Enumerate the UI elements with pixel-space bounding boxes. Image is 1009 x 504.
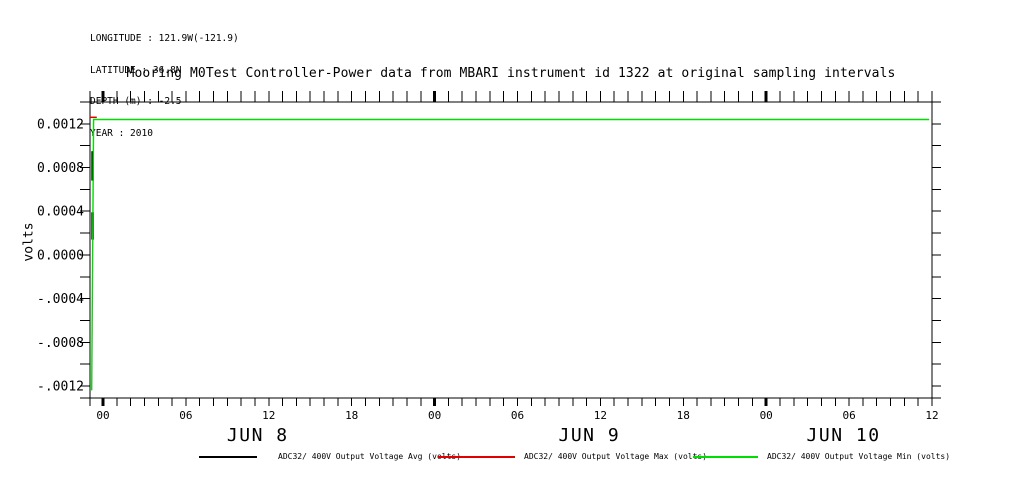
y-tick-label: -.0004 xyxy=(37,292,84,307)
series-line-min xyxy=(92,120,930,391)
legend-label-max: ADC32/ 400V Output Voltage Max (volts) xyxy=(524,452,707,461)
x-tick-label: 18 xyxy=(677,409,690,422)
x-tick-label: 12 xyxy=(262,409,275,422)
x-tick-label: 06 xyxy=(511,409,524,422)
x-day-label: JUN 9 xyxy=(558,425,620,446)
x-tick-label: 00 xyxy=(760,409,773,422)
legend-line-avg xyxy=(199,456,257,458)
chart-plot-area: 0.0012 0.0008 0.0004 0.0000 -.0004 -.0008 -.00… xyxy=(0,0,1009,504)
legend-label-min: ADC32/ 400V Output Voltage Min (volts) xyxy=(767,452,950,461)
x-tick-label: 00 xyxy=(96,409,109,422)
x-day-label: JUN 8 xyxy=(227,425,289,446)
x-tick-label: 18 xyxy=(345,409,358,422)
y-tick-label: 0.0004 xyxy=(37,205,84,220)
y-tick-label: -.0008 xyxy=(37,336,84,351)
y-tick-label: 0.0000 xyxy=(37,248,84,263)
x-tick-label: 12 xyxy=(594,409,607,422)
y-tick-label: 0.0012 xyxy=(37,117,84,132)
x-tick-label: 00 xyxy=(428,409,441,422)
legend-line-min xyxy=(693,456,758,458)
y-tick-label: -.0012 xyxy=(37,379,84,394)
y-tick-label: 0.0008 xyxy=(37,161,84,176)
legend-label-avg: ADC32/ 400V Output Voltage Avg (volts) xyxy=(278,452,461,461)
x-tick-label: 06 xyxy=(179,409,192,422)
legend-line-max xyxy=(438,456,515,458)
plot-canvas: LONGITUDE : 121.9W(-121.9) LATITUDE : 36… xyxy=(0,0,1009,504)
x-tick-label: 12 xyxy=(925,409,938,422)
x-day-label: JUN 10 xyxy=(807,425,881,446)
x-tick-label: 06 xyxy=(842,409,855,422)
